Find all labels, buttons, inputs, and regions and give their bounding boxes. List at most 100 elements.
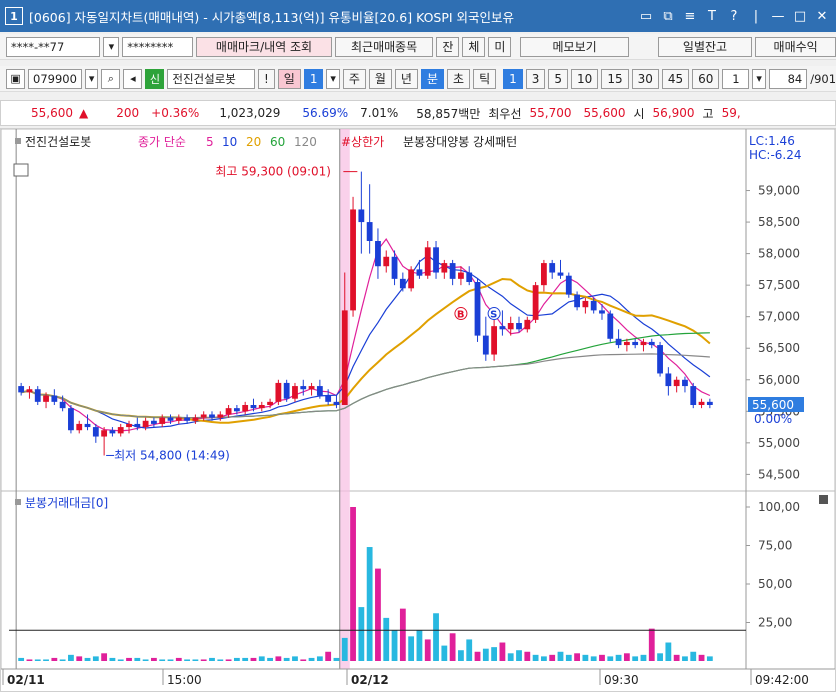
volume-bar [690, 651, 697, 661]
window-icon[interactable]: ▣ [6, 68, 26, 89]
candle-body [433, 247, 439, 273]
badge-new: 신 [145, 68, 165, 89]
period-minute-button[interactable]: 분 [420, 68, 445, 89]
profit-button[interactable]: 매매수익 [755, 36, 836, 57]
account-select[interactable]: ****-**77 [6, 36, 101, 57]
warning-button[interactable]: ! [257, 68, 275, 89]
candle-body [217, 414, 224, 418]
candle-body [590, 300, 597, 311]
recent-stocks-button[interactable]: 최근매매종목 [334, 36, 434, 57]
period-month-button[interactable]: 월 [368, 68, 392, 89]
ratio-1: 56.69% [302, 106, 349, 120]
font-icon[interactable]: T [702, 6, 722, 26]
volume-bar [491, 647, 498, 661]
candle-body [516, 323, 522, 330]
speaker-icon[interactable]: ◂ [123, 68, 143, 89]
price-tick-label: 56,000 [758, 373, 800, 387]
page-total: /901 [810, 71, 836, 86]
candle-body [209, 414, 215, 418]
minimize-icon[interactable]: — [768, 6, 788, 26]
volume-bar [333, 657, 340, 661]
stock-code-input[interactable]: 079900 [28, 68, 82, 89]
daily-balance-button[interactable]: 일별잔고 [657, 36, 753, 57]
interval-10[interactable]: 10 [571, 68, 599, 89]
account-toolbar: ****-**77 ▾ ******** 매매마크/내역 조회 최근매매종목 잔… [0, 34, 836, 60]
interval-5[interactable]: 5 [548, 68, 569, 89]
search-icon[interactable]: ⌕ [101, 68, 121, 89]
interval-3[interactable]: 3 [525, 68, 546, 89]
candle-body [126, 423, 132, 428]
candle-body [682, 379, 688, 387]
volume-bar [267, 657, 273, 661]
close-icon[interactable]: ✕ [812, 6, 832, 26]
candle-body [34, 389, 41, 402]
interval-45[interactable]: 45 [661, 68, 690, 89]
period-year-button[interactable]: 년 [394, 68, 418, 89]
volume-bar [549, 654, 556, 661]
volume-bar [217, 659, 224, 661]
volume-bar [316, 656, 323, 661]
volume-bar [159, 659, 166, 661]
candle-body [524, 319, 531, 330]
candle-body [258, 405, 265, 409]
unfilled-button[interactable]: 미 [488, 36, 512, 57]
page-input[interactable]: 84 [768, 68, 808, 89]
candle-body [300, 386, 307, 390]
candle-body [632, 341, 639, 346]
volume-bar [449, 633, 456, 661]
legend-stock-name: 전진건설로봇 [25, 135, 91, 149]
chevron-down-icon[interactable]: ▾ [103, 36, 120, 57]
legend-limit-label: #상한가 [341, 135, 384, 149]
chart-area[interactable]: 전진건설로봇 종가 단순 5 10 20 60 120 #상한가 분봉장대양봉 강세패턴 LC:1… [0, 128, 836, 692]
volume-bar [474, 651, 481, 661]
balance-button[interactable]: 잔 [436, 36, 460, 57]
bid-price: 55,600 [583, 106, 626, 120]
candlestick-chart[interactable]: 전진건설로봇 종가 단순 5 10 20 60 120 #상한가 분봉장대양봉 강세패턴 LC:1… [1, 129, 835, 691]
period-day-button[interactable]: 일 [277, 68, 301, 89]
volume-bar [665, 642, 672, 661]
layout-icon[interactable]: ▭ [636, 6, 656, 26]
title-bar: 1 [0606] 자동일지차트(매매내역) - 시가총액[8,113(억)] 유… [0, 0, 836, 32]
volume-bar [200, 659, 207, 661]
chevron-down-icon[interactable]: ▾ [84, 68, 99, 89]
pin-icon[interactable]: ≡ [680, 6, 700, 26]
candle-body [225, 408, 232, 415]
candle-body [233, 408, 240, 412]
candle-body [673, 379, 680, 387]
fill-button[interactable]: 체 [462, 36, 486, 57]
trade-mark-button[interactable]: 매매마크/내역 조회 [196, 36, 332, 57]
count-input[interactable]: 1 [722, 68, 750, 89]
candle-body [109, 430, 116, 434]
day-count[interactable]: 1 [303, 68, 324, 89]
volume-bar [607, 656, 614, 661]
price-tick-label: 58,500 [758, 215, 800, 229]
interval-15[interactable]: 15 [601, 68, 629, 89]
chevron-down-icon[interactable]: ▾ [326, 68, 340, 89]
volume-bar [557, 651, 564, 661]
grid-icon [13, 163, 29, 177]
interval-30[interactable]: 30 [631, 68, 659, 89]
interval-60[interactable]: 60 [692, 68, 720, 89]
volume-bar [698, 654, 705, 661]
period-week-button[interactable]: 주 [342, 68, 366, 89]
interval-1[interactable]: 1 [503, 68, 523, 89]
volume-bar [26, 659, 33, 661]
period-second-button[interactable]: 초 [447, 68, 471, 89]
window-title: [0606] 자동일지차트(매매내역) - 시가총액[8,113(억)] 유통비… [29, 9, 515, 25]
chevron-down-icon[interactable]: ▾ [752, 68, 766, 89]
memo-button[interactable]: 메모보기 [520, 36, 629, 57]
candle-body [375, 241, 381, 267]
password-field[interactable]: ******** [122, 36, 194, 57]
candle-body [175, 417, 182, 421]
period-tick-button[interactable]: 틱 [473, 68, 497, 89]
x-tick-label: 02/12 [351, 673, 389, 687]
price-panel [1, 129, 835, 492]
volume-tick-label: 50,00 [758, 577, 792, 591]
volume-bar [76, 656, 83, 661]
best-label: 최우선 [488, 106, 522, 121]
price-tick-label: 59,000 [758, 184, 800, 198]
copy-icon[interactable]: ⧉ [658, 6, 678, 26]
maximize-icon[interactable]: □ [790, 6, 810, 26]
volume-bar [209, 657, 215, 661]
help-icon[interactable]: ? [724, 6, 744, 26]
